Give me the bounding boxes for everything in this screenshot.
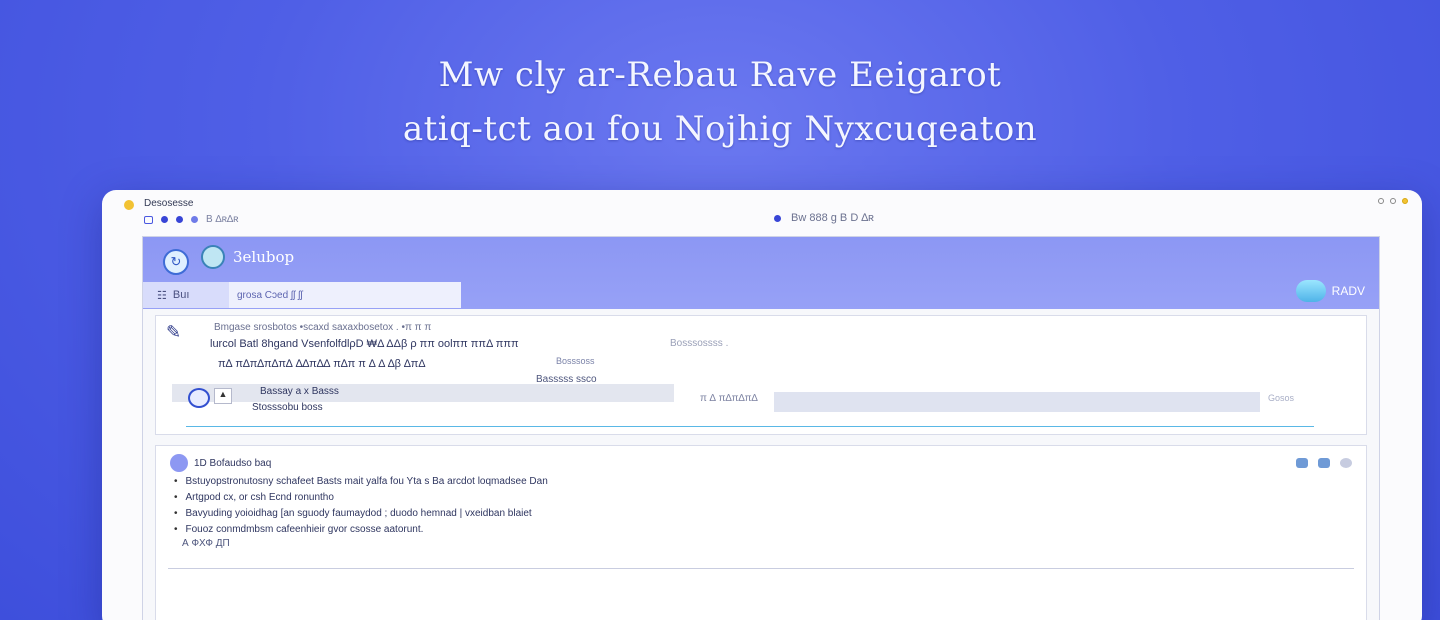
list-item: Bavyuding yoioidhag [an sguody faumaydod… <box>174 506 548 522</box>
cloud-icon <box>1295 280 1326 302</box>
lock-icon[interactable]: ▲ <box>214 388 232 404</box>
list-item: Bstuyopstronutosny schafeet Basts mait y… <box>174 474 548 490</box>
app-header: ↻ 3elubop ☷ Buı grosa Cɔed ʃʃ ʃʃ RADV <box>143 237 1379 309</box>
message-card: 1D Bofaudso baq Bstuyopstronutosny schaf… <box>155 445 1367 620</box>
nav-dot-1[interactable] <box>161 216 168 223</box>
row-label: Bassay a x Basss <box>260 386 339 397</box>
filter-label: Buı <box>172 289 190 301</box>
logo-icon <box>201 245 225 269</box>
center-dot-icon <box>774 214 781 222</box>
filter-icon: ☷ <box>157 289 167 302</box>
image-icon[interactable] <box>1296 458 1308 468</box>
message-actions <box>1296 458 1352 468</box>
nav-dot-2[interactable] <box>176 216 183 223</box>
titlebar-controls: B ∆ʀ∆ʀ <box>144 214 239 225</box>
hero-line-2: atiq-tct aoı fou Nojhig Nyxcuqeaton <box>402 109 1038 149</box>
app-frame: ↻ 3elubop ☷ Buı grosa Cɔed ʃʃ ʃʃ RADV ✎ … <box>142 236 1380 620</box>
app-title: 3elubop <box>233 248 295 266</box>
row-sublabel: Stosssobu boss <box>252 402 323 413</box>
progress-divider <box>186 426 1314 427</box>
hero-line-1: Mw cly ar-Rebau Rave Eeigarot <box>438 55 1002 95</box>
edit-icon[interactable] <box>1318 458 1330 468</box>
search-input[interactable]: grosa Cɔed ʃʃ ʃʃ <box>229 282 461 308</box>
nav-dot-3[interactable] <box>191 216 198 223</box>
hero-heading: Mw cly ar-Rebau Rave Eeigarot atiq-tct a… <box>0 48 1440 156</box>
list-item: Fouoz conmdmbsm cafeenhieir gvor csosse … <box>174 522 548 538</box>
divider <box>168 568 1354 569</box>
close-button[interactable] <box>1402 198 1408 204</box>
text-field[interactable] <box>774 392 1260 412</box>
message-list: Bstuyopstronutosny schafeet Basts mait y… <box>174 474 548 538</box>
minimize-button[interactable] <box>1378 198 1384 204</box>
app-window: Desosesse B ∆ʀ∆ʀ Bw 888 g B D ∆ʀ ↻ 3elub… <box>102 190 1422 620</box>
field-hint: Gosos <box>1268 393 1295 403</box>
titlebar: Desosesse B ∆ʀ∆ʀ Bw 888 g B D ∆ʀ <box>102 190 1422 236</box>
field-label: π ∆ π∆π∆π∆ <box>700 393 758 404</box>
titlebar-center: Bw 888 g B D ∆ʀ <box>774 212 874 224</box>
toolbar: ☷ Buı grosa Cɔed ʃʃ ʃʃ <box>143 282 461 308</box>
sync-icon[interactable]: ↻ <box>163 249 189 275</box>
window-controls <box>1378 198 1408 204</box>
message-meta: А ФХФ ДП <box>182 538 230 549</box>
status-label: RADV <box>1331 284 1365 298</box>
card-description: π∆ π∆π∆π∆π∆ ∆∆π∆∆ π∆π π ∆ Δ ∆β ∆πΔ <box>218 358 426 370</box>
selected-row[interactable] <box>172 384 674 402</box>
card-tag: Bosssoss <box>556 356 595 366</box>
titlebar-center-label: Bw 888 g B D ∆ʀ <box>791 212 874 224</box>
window-icon[interactable] <box>144 215 153 224</box>
app-status-dot <box>124 200 134 210</box>
card-hint: Bosssossss . <box>670 338 729 349</box>
list-item: Artgpod cx, or csh Ecnd ronuntho <box>174 490 548 506</box>
more-icon[interactable] <box>1340 458 1352 468</box>
status-indicator[interactable]: RADV <box>1295 280 1365 302</box>
card-subtitle: Bmgase srosbotos •scaxd saxaxbosetox . •… <box>214 322 432 333</box>
maximize-button[interactable] <box>1390 198 1396 204</box>
shield-icon <box>188 388 210 408</box>
card-title: lurcol Batl 8hgand VsenfolfdlρD ₩Δ ΔΔβ ρ… <box>210 338 519 350</box>
app-name: Desosesse <box>144 198 194 209</box>
titlebar-left-label: B ∆ʀ∆ʀ <box>206 214 239 225</box>
filter-button[interactable]: ☷ Buı <box>143 289 229 302</box>
message-title: 1D Bofaudso baq <box>194 458 272 469</box>
pen-icon[interactable]: ✎ <box>166 322 192 348</box>
avatar <box>170 454 188 472</box>
compose-card: ✎ Bmgase srosbotos •scaxd saxaxbosetox .… <box>155 315 1367 435</box>
